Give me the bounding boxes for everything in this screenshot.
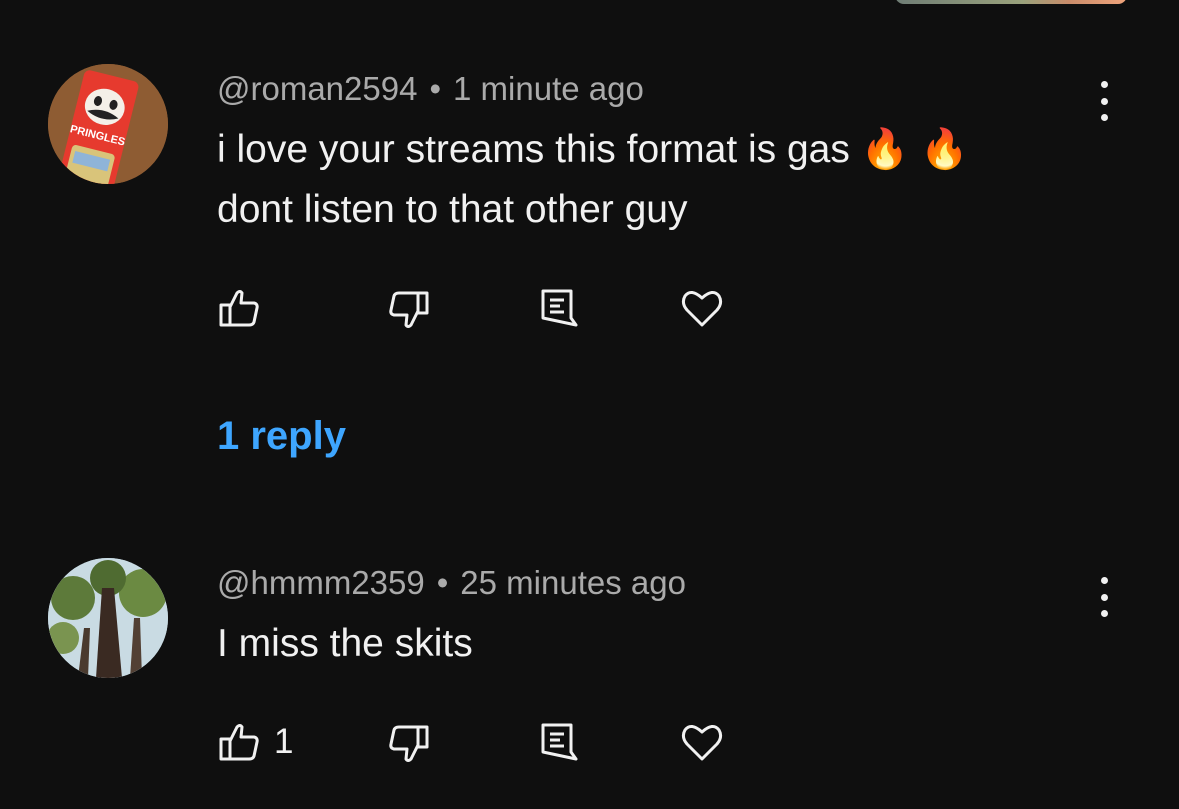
thumbs-down-icon — [389, 291, 429, 328]
reply-icon — [541, 723, 578, 761]
comment-timestamp: 25 minutes ago — [460, 564, 686, 601]
reply-icon — [541, 289, 578, 327]
like-button[interactable]: 1 — [218, 722, 293, 762]
like-button[interactable] — [218, 288, 274, 328]
comment-text: i love your streams this format is gas 🔥… — [217, 120, 1097, 240]
reply-button[interactable] — [540, 288, 578, 328]
video-thumbnail-edge[interactable] — [895, 0, 1127, 4]
forest-image — [48, 558, 168, 678]
heart-icon — [681, 725, 723, 761]
comment-meta: @hmmm2359 • 25 minutes ago — [217, 564, 686, 602]
avatar[interactable] — [48, 558, 168, 678]
dislike-button[interactable] — [388, 724, 430, 764]
thumbs-down-icon — [389, 725, 429, 762]
comment-text-line: dont listen to that other guy — [217, 188, 688, 231]
more-options-button[interactable] — [1090, 577, 1118, 617]
more-vert-icon — [1100, 81, 1108, 88]
thumbs-up-icon — [219, 724, 259, 761]
comment-text-line: I miss the skits — [217, 622, 473, 665]
reply-button[interactable] — [540, 722, 578, 762]
heart-icon — [681, 291, 723, 327]
like-count: 1 — [274, 722, 294, 761]
heart-button[interactable] — [681, 288, 723, 328]
comment-text: I miss the skits — [217, 614, 1097, 674]
pringles-can-image: PRINGLES — [48, 64, 168, 184]
comment-meta: @roman2594 • 1 minute ago — [217, 70, 644, 108]
thumbs-up-icon — [219, 290, 259, 327]
comment-text-line: i love your streams this format is gas 🔥… — [217, 128, 969, 171]
more-vert-icon — [1100, 577, 1108, 584]
comment-timestamp: 1 minute ago — [453, 70, 644, 107]
dislike-button[interactable] — [388, 290, 430, 330]
more-options-button[interactable] — [1090, 81, 1118, 121]
meta-separator: • — [429, 70, 442, 107]
avatar[interactable]: PRINGLES — [48, 64, 168, 184]
meta-separator: • — [436, 564, 449, 601]
comment-author[interactable]: @roman2594 — [217, 70, 417, 107]
comment-author[interactable]: @hmmm2359 — [217, 564, 425, 601]
heart-button[interactable] — [681, 722, 723, 762]
replies-link[interactable]: 1 reply — [217, 414, 346, 459]
